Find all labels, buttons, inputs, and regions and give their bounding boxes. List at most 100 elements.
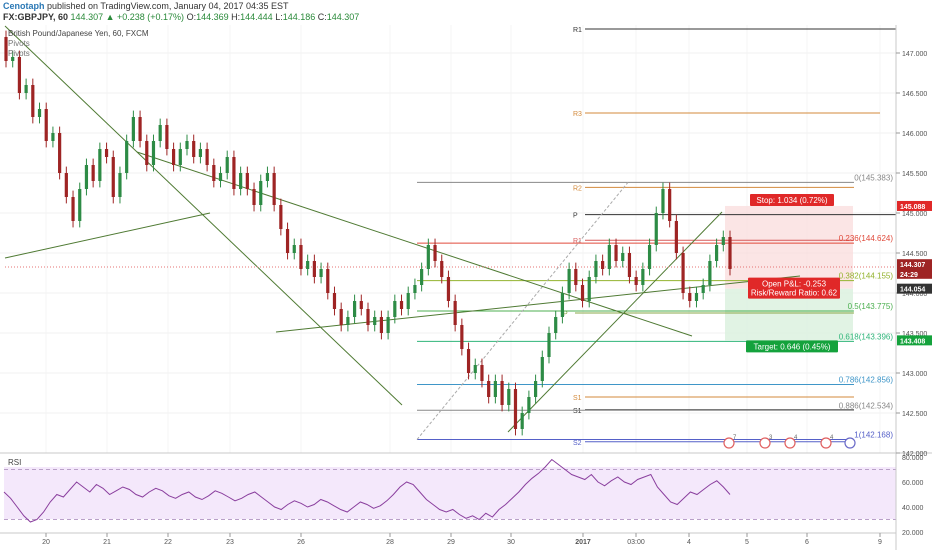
stop-price-label: 145.088 <box>900 204 925 211</box>
candle-body <box>607 245 611 269</box>
candle-body <box>259 181 263 205</box>
candle-body <box>58 133 62 173</box>
candle-body <box>473 365 477 373</box>
candle-body <box>346 317 350 325</box>
time-tick-label: 28 <box>386 539 394 546</box>
time-tick-label: 9 <box>878 539 882 546</box>
time-tick-label: 30 <box>507 539 515 546</box>
countdown-label: 24:29 <box>900 272 918 279</box>
legend-pivots-2[interactable]: Pivots <box>8 49 30 58</box>
rsi-tick-label: 40.000 <box>902 505 924 512</box>
candle-body <box>621 253 625 261</box>
time-tick-label: 20 <box>42 539 50 546</box>
candle-body <box>138 117 142 141</box>
candle-body <box>84 165 89 189</box>
candle-body <box>198 149 203 157</box>
candle-body <box>406 293 410 309</box>
candle-body <box>460 325 464 349</box>
time-tick-label: 23 <box>226 539 234 546</box>
candle-body <box>192 141 196 157</box>
candle-body <box>440 261 444 277</box>
candle-body <box>513 389 518 429</box>
candle-body <box>614 245 618 261</box>
candle-body <box>480 365 484 381</box>
candle-body <box>312 261 316 277</box>
candle-body <box>98 149 102 181</box>
candle-body <box>527 397 531 413</box>
candle-body <box>634 277 638 285</box>
fib-label: 0.786(142.856) <box>839 376 894 385</box>
price-chart[interactable]: R1R3R2PR1PS1S1S2 0(145.383)0.236(144.624… <box>0 0 932 550</box>
instrument-title: British Pound/Japanese Yen, 60, FXCM <box>8 29 149 38</box>
candle-body <box>185 141 189 149</box>
candle-body <box>647 245 652 269</box>
candle-body <box>386 317 390 333</box>
candle-body <box>694 293 699 301</box>
candle-body <box>225 157 229 173</box>
candle-body <box>688 293 692 301</box>
fib-label: 0.886(142.534) <box>839 401 894 410</box>
pivot-label: S2 <box>573 440 582 447</box>
candle-body <box>245 173 249 189</box>
candle-body <box>587 277 591 301</box>
stop-label-text: Stop: 1.034 (0.72%) <box>756 196 827 205</box>
candle-body <box>158 125 162 141</box>
target-price-label: 143.408 <box>900 338 925 345</box>
candle-body <box>359 301 363 309</box>
time-tick-label: 22 <box>164 539 172 546</box>
candle-body <box>420 269 424 285</box>
candle-body <box>433 245 437 261</box>
stop-label: Stop: 1.034 (0.72%) <box>750 193 834 206</box>
time-tick-label: 21 <box>103 539 111 546</box>
pivot-label: P <box>573 213 578 220</box>
target-label: Target: 0.646 (0.45%) <box>746 340 838 353</box>
position-zones <box>725 205 853 341</box>
time-tick-label: 6 <box>805 539 809 546</box>
candle-body <box>701 285 705 293</box>
candle-body <box>326 269 330 293</box>
legend-pivots-1[interactable]: Pivots <box>8 39 30 48</box>
candle-body <box>493 381 497 397</box>
candle-body <box>520 413 524 429</box>
rsi-tick-label: 20.000 <box>902 530 924 537</box>
candle-body <box>627 253 632 277</box>
candle-body <box>252 189 256 205</box>
fib-label: 0(145.383) <box>854 173 893 182</box>
time-axis[interactable]: 20 21 22 23 26 28 29 30 2017 03:00 4 5 6 9 <box>42 533 882 546</box>
price-tick-label: 143.000 <box>902 371 927 378</box>
candle-body <box>560 293 565 317</box>
time-tick-label: 2017 <box>575 539 591 546</box>
candle-body <box>218 173 223 181</box>
fib-label: 0.236(144.624) <box>839 234 894 243</box>
price-tick-label: 144.500 <box>902 251 927 258</box>
candle-body <box>540 357 544 381</box>
candle-body <box>232 157 236 189</box>
pivot-label: S1 <box>573 395 582 402</box>
candle-body <box>728 237 732 269</box>
rsi-axis[interactable]: 80.000 60.000 40.000 20.000 <box>902 455 924 537</box>
candle-body <box>285 229 290 253</box>
candle-body <box>352 301 357 317</box>
candle-body <box>413 285 417 293</box>
candle-body <box>17 57 22 93</box>
pivot-label: R3 <box>573 111 582 118</box>
pivot-label: S1 <box>573 408 582 415</box>
candle-body <box>641 269 645 285</box>
candle-body <box>580 285 585 301</box>
candle-body <box>171 149 176 165</box>
candle-body <box>78 189 82 221</box>
candle-body <box>708 261 712 285</box>
price-tick-label: 145.000 <box>902 211 927 218</box>
rsi-tick-label: 80.000 <box>902 455 924 462</box>
candle-body <box>507 389 511 405</box>
price-axis[interactable]: 147.000 146.500 146.000 145.500 145.000 144.5… <box>896 51 927 458</box>
pnl-label-text: Open P&L: -0.253 <box>762 280 827 289</box>
axis-price-labels: 145.088 144.307 24:29 144.054 143.408 <box>897 200 932 346</box>
time-tick-label: 03:00 <box>627 539 645 546</box>
candle-body <box>265 173 270 181</box>
candle-body <box>118 173 122 197</box>
candle-body <box>393 301 397 317</box>
candle-body <box>212 165 216 181</box>
current-price-label: 144.307 <box>900 262 925 269</box>
candle-body <box>366 309 370 325</box>
